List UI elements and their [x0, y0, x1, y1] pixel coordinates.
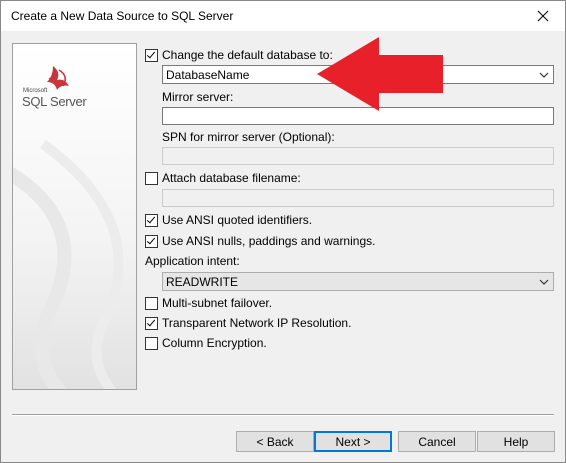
close-button[interactable] [521, 1, 565, 31]
chevron-down-icon [539, 72, 549, 78]
ansi-nulls-label: Use ANSI nulls, paddings and warnings. [162, 234, 376, 248]
back-button[interactable]: < Back [236, 431, 314, 452]
application-intent-dropdown[interactable]: READWRITE [162, 272, 554, 291]
attach-db-row[interactable]: Attach database filename: [145, 170, 301, 186]
multi-subnet-checkbox[interactable] [145, 296, 158, 310]
change-default-db-checkbox[interactable] [145, 48, 158, 62]
ansi-nulls-checkbox[interactable] [145, 234, 158, 248]
help-button[interactable]: Help [477, 431, 555, 452]
multi-subnet-row[interactable]: Multi-subnet failover. [145, 295, 272, 311]
footer-separator [12, 414, 554, 416]
logo-product-text: SQL Server [22, 94, 87, 109]
spn-mirror-input[interactable] [162, 147, 554, 165]
next-button[interactable]: Next > [314, 431, 392, 452]
transparent-ip-row[interactable]: Transparent Network IP Resolution. [145, 315, 351, 331]
change-default-db-label: Change the default database to: [162, 48, 333, 62]
close-icon [537, 10, 549, 22]
cancel-button[interactable]: Cancel [398, 431, 476, 452]
ansi-nulls-row[interactable]: Use ANSI nulls, paddings and warnings. [145, 233, 375, 249]
dialog-window: Create a New Data Source to SQL Server M… [0, 0, 566, 463]
attach-db-checkbox[interactable] [145, 171, 158, 185]
change-default-db-row[interactable]: Change the default database to: [145, 47, 333, 63]
multi-subnet-label: Multi-subnet failover. [162, 296, 273, 310]
transparent-ip-label: Transparent Network IP Resolution. [162, 316, 352, 330]
window-title: Create a New Data Source to SQL Server [11, 9, 234, 23]
spn-mirror-label: SPN for mirror server (Optional): [162, 130, 335, 144]
logo-panel: Microsoft SQL Server [12, 43, 137, 390]
column-encryption-label: Column Encryption. [162, 336, 267, 350]
mirror-server-label: Mirror server: [162, 90, 234, 104]
annotation-arrow-icon [317, 37, 443, 111]
ansi-quoted-checkbox[interactable] [145, 213, 158, 227]
ansi-quoted-row[interactable]: Use ANSI quoted identifiers. [145, 212, 312, 228]
application-intent-label: Application intent: [145, 254, 240, 268]
chevron-down-icon [539, 279, 549, 285]
title-bar: Create a New Data Source to SQL Server [1, 1, 565, 31]
application-intent-value: READWRITE [166, 275, 238, 289]
ansi-quoted-label: Use ANSI quoted identifiers. [162, 213, 313, 227]
attach-db-label: Attach database filename: [162, 171, 301, 185]
database-dropdown-value: DatabaseName [166, 68, 250, 82]
column-encryption-checkbox[interactable] [145, 336, 158, 350]
transparent-ip-checkbox[interactable] [145, 316, 158, 330]
attach-db-input[interactable] [162, 189, 554, 207]
column-encryption-row[interactable]: Column Encryption. [145, 335, 267, 351]
